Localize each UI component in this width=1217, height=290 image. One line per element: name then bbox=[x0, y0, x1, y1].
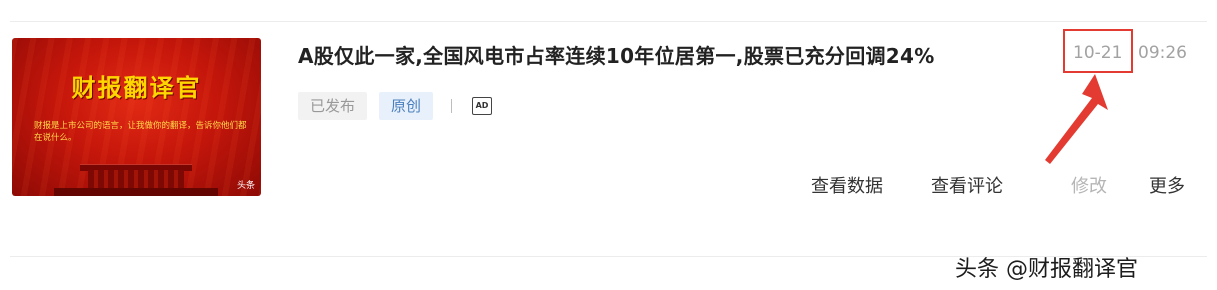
page-watermark: 头条 @财报翻译官 bbox=[955, 257, 1138, 282]
annotation-arrow-icon bbox=[1045, 74, 1108, 164]
original-badge: 原创 bbox=[379, 92, 434, 120]
article-actions: 查看数据 查看评论 修改 更多 bbox=[0, 172, 1217, 198]
date-highlight-box bbox=[1063, 29, 1133, 73]
ad-icon[interactable]: AD bbox=[472, 97, 493, 115]
more-button[interactable]: 更多 bbox=[1149, 172, 1185, 198]
meta-separator bbox=[451, 99, 453, 113]
article-meta-row: 已发布 原创 AD bbox=[298, 92, 493, 120]
thumbnail-title: 财报翻译官 bbox=[71, 73, 202, 102]
edit-button[interactable]: 修改 bbox=[1071, 172, 1107, 198]
article-card: 财报翻译官 财报是上市公司的语言，让我做你的翻译，告诉你他们都在说什么。 头条 … bbox=[0, 0, 1217, 234]
thumbnail-subtitle: 财报是上市公司的语言，让我做你的翻译，告诉你他们都在说什么。 bbox=[34, 121, 247, 143]
article-title[interactable]: A股仅此一家,全国风电市占率连续10年位居第一,股票已充分回调24% bbox=[298, 40, 935, 69]
view-comments-button[interactable]: 查看评论 bbox=[931, 172, 1003, 198]
publish-time: 09:26 bbox=[1138, 43, 1187, 63]
view-data-button[interactable]: 查看数据 bbox=[811, 172, 883, 198]
status-badge: 已发布 bbox=[298, 92, 368, 120]
